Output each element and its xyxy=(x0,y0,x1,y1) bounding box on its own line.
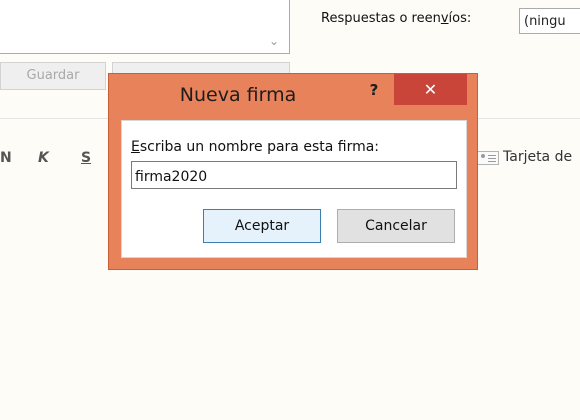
save-button[interactable]: Guardar xyxy=(0,62,106,90)
signature-name-input[interactable] xyxy=(131,161,457,189)
close-button[interactable]: ✕ xyxy=(394,74,467,105)
signature-list[interactable]: ⌄ xyxy=(0,0,290,54)
new-signature-dialog: Nueva firma ? ✕ Escriba un nombre para e… xyxy=(108,73,478,270)
card-lines xyxy=(488,155,496,156)
dialog-title: Nueva firma xyxy=(179,84,297,106)
help-button[interactable]: ? xyxy=(359,78,389,104)
chevron-down-icon[interactable]: ⌄ xyxy=(267,35,281,47)
business-card-icon[interactable] xyxy=(477,151,499,165)
ok-button[interactable]: Aceptar xyxy=(203,209,321,243)
cancel-button[interactable]: Cancelar xyxy=(337,209,455,243)
underline-button[interactable]: S xyxy=(81,150,91,166)
replies-forwards-select[interactable]: (ningu xyxy=(519,8,580,34)
bold-button[interactable]: N xyxy=(0,150,12,166)
signature-name-label: Escriba un nombre para esta firma: xyxy=(131,139,380,155)
business-card-button[interactable]: Tarjeta de xyxy=(503,149,572,165)
card-head xyxy=(481,154,485,158)
dialog-body: Escriba un nombre para esta firma: Acept… xyxy=(121,120,467,258)
italic-button[interactable]: K xyxy=(38,150,49,166)
replies-forwards-label: Respuestas o reenvíos: xyxy=(321,11,472,26)
